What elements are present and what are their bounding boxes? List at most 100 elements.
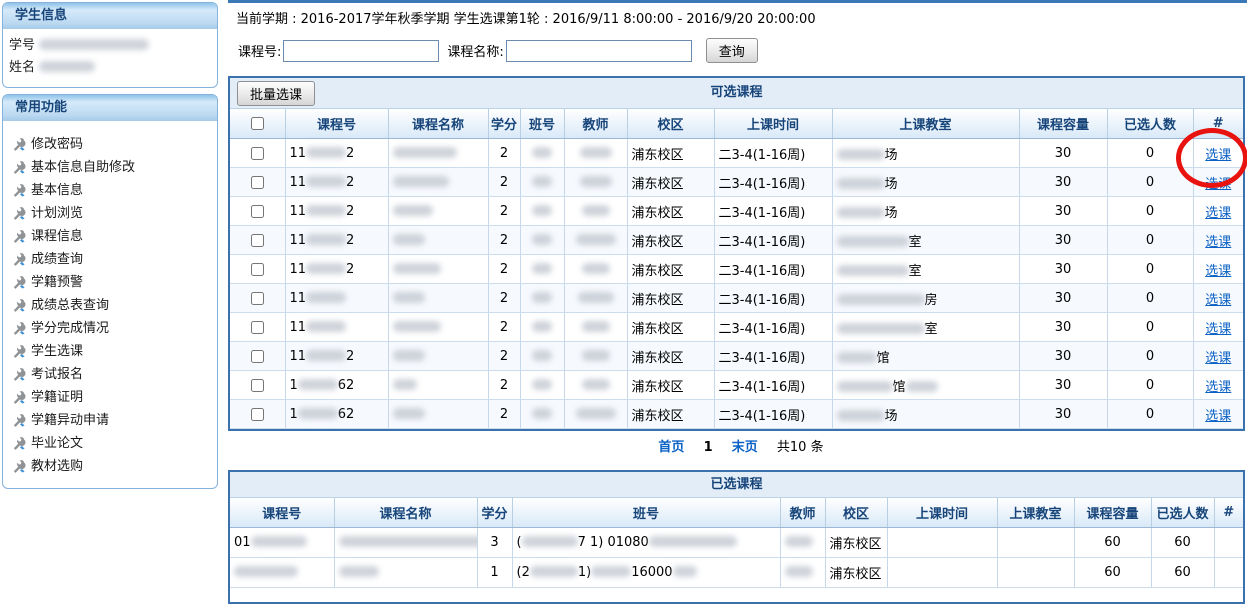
wrench-icon xyxy=(11,413,26,428)
time-cell: 二3-4(1-16周) xyxy=(714,168,832,197)
course-no-input[interactable] xyxy=(283,40,439,62)
class-no-fragment: 7 1) 01080 xyxy=(578,535,649,550)
sidebar: 学生信息 学号 姓名 常用功能 修改密码 基本信息自助修改 基本信息 计划浏览 … xyxy=(2,2,218,495)
redacted-class-no xyxy=(532,379,552,390)
sidebar-item-change-password[interactable]: 修改密码 xyxy=(11,133,213,156)
redacted-class-no xyxy=(649,536,737,547)
redacted-teacher xyxy=(576,234,616,245)
enrolled-cell: 0 xyxy=(1107,342,1193,371)
redacted-class-no xyxy=(673,566,697,577)
row-checkbox[interactable] xyxy=(251,263,264,276)
row-checkbox[interactable] xyxy=(251,176,264,189)
select-course-link[interactable]: 选课 xyxy=(1205,409,1231,424)
redacted-classroom xyxy=(837,410,885,421)
course-no-suffix: 2 xyxy=(346,262,354,277)
credits-cell: 2 xyxy=(488,255,520,284)
sidebar-item-course-info[interactable]: 课程信息 xyxy=(11,225,213,248)
sidebar-item-grade-summary[interactable]: 成绩总表查询 xyxy=(11,294,213,317)
course-no: 11 xyxy=(290,349,307,364)
redacted-course-name xyxy=(393,379,417,390)
selected-courses-band: 已选课程 xyxy=(230,472,1243,498)
enrolled-cell: 60 xyxy=(1151,558,1214,588)
course-no: 11 xyxy=(290,204,307,219)
wrench-icon xyxy=(11,206,26,221)
table-header-row: 课程号 课程名称 学分 班号 教师 校区 上课时间 上课教室 课程容量 已选人数… xyxy=(230,498,1243,528)
course-no-suffix: 2 xyxy=(346,233,354,248)
query-button[interactable]: 查询 xyxy=(706,38,758,63)
course-no: 11 xyxy=(290,262,307,277)
first-page-link[interactable]: 首页 xyxy=(658,440,684,455)
classroom-suffix: 馆 xyxy=(893,380,906,395)
sidebar-item-grade-query[interactable]: 成绩查询 xyxy=(11,248,213,271)
col-credits: 学分 xyxy=(488,109,520,139)
last-page-link[interactable]: 末页 xyxy=(732,440,758,455)
selected-courses-panel: 已选课程 课程号 课程名称 学分 班号 教师 校区 上课时间 上课教室 课程容量… xyxy=(228,470,1245,604)
table-row: 112 2 浦东校区 二3-4(1-16周) 室 30 0 选课 xyxy=(230,255,1243,284)
select-course-link[interactable]: 选课 xyxy=(1205,264,1231,279)
col-course-name: 课程名称 xyxy=(388,109,488,139)
row-checkbox[interactable] xyxy=(251,205,264,218)
sidebar-item-status-warning[interactable]: 学籍预警 xyxy=(11,271,213,294)
table-row: 112 2 浦东校区 二3-4(1-16周) 室 30 0 选课 xyxy=(230,226,1243,255)
sidebar-item-credit-progress[interactable]: 学分完成情况 xyxy=(11,317,213,340)
capacity-cell: 60 xyxy=(1074,528,1151,558)
row-checkbox[interactable] xyxy=(251,321,264,334)
sidebar-item-exam-registration[interactable]: 考试报名 xyxy=(11,363,213,386)
select-course-link[interactable]: 选课 xyxy=(1205,148,1231,163)
select-course-link[interactable]: 选课 xyxy=(1205,177,1231,192)
course-no: 01 xyxy=(234,535,251,550)
row-checkbox[interactable] xyxy=(251,292,264,305)
capacity-cell: 30 xyxy=(1019,197,1107,226)
col-course-name: 课程名称 xyxy=(334,498,477,528)
batch-select-button[interactable]: 批量选课 xyxy=(237,81,315,106)
sidebar-item-basic-info[interactable]: 基本信息 xyxy=(11,179,213,202)
sidebar-item-basic-info-self-edit[interactable]: 基本信息自助修改 xyxy=(11,156,213,179)
classroom-suffix: 场 xyxy=(885,177,898,192)
row-checkbox[interactable] xyxy=(251,234,264,247)
row-checkbox[interactable] xyxy=(251,408,264,421)
course-no: 11 xyxy=(290,291,307,306)
redacted-course-name xyxy=(393,292,425,303)
redacted-teacher xyxy=(785,566,813,577)
credits-cell: 2 xyxy=(488,313,520,342)
sidebar-item-textbook-purchase[interactable]: 教材选购 xyxy=(11,455,213,478)
row-checkbox[interactable] xyxy=(251,350,264,363)
sidebar-item-graduation-thesis[interactable]: 毕业论文 xyxy=(11,432,213,455)
redacted-classroom xyxy=(837,323,925,334)
redacted-text xyxy=(306,176,346,187)
redacted-classroom xyxy=(837,265,909,276)
wrench-icon xyxy=(11,298,26,313)
col-action: # xyxy=(1214,498,1243,528)
select-course-link[interactable]: 选课 xyxy=(1205,235,1231,250)
col-credits: 学分 xyxy=(477,498,512,528)
enrolled-cell: 0 xyxy=(1107,197,1193,226)
course-name-input[interactable] xyxy=(506,40,692,62)
select-course-link[interactable]: 选课 xyxy=(1205,351,1231,366)
select-course-link[interactable]: 选课 xyxy=(1205,206,1231,221)
campus-cell: 浦东校区 xyxy=(627,342,714,371)
course-name-label: 课程名称: xyxy=(447,41,503,60)
redacted-teacher xyxy=(582,350,610,361)
redacted-class-no xyxy=(532,205,552,216)
col-teacher: 教师 xyxy=(564,109,627,139)
table-row: 112 2 浦东校区 二3-4(1-16周) 场 30 0 选课 xyxy=(230,168,1243,197)
capacity-cell: 30 xyxy=(1019,400,1107,429)
row-checkbox[interactable] xyxy=(251,147,264,160)
sidebar-item-plan-browse[interactable]: 计划浏览 xyxy=(11,202,213,225)
select-course-link[interactable]: 选课 xyxy=(1205,380,1231,395)
sidebar-item-status-certificate[interactable]: 学籍证明 xyxy=(11,386,213,409)
row-checkbox[interactable] xyxy=(251,379,264,392)
wrench-icon xyxy=(11,252,26,267)
col-time: 上课时间 xyxy=(887,498,997,528)
redacted-text xyxy=(306,147,346,158)
select-all-checkbox[interactable] xyxy=(251,117,264,130)
course-no-suffix: 2 xyxy=(346,204,354,219)
sidebar-item-course-selection[interactable]: 学生选课 xyxy=(11,340,213,363)
col-classroom: 上课教室 xyxy=(832,109,1019,139)
sidebar-item-status-change-apply[interactable]: 学籍异动申请 xyxy=(11,409,213,432)
redacted-teacher xyxy=(582,263,610,274)
select-course-link[interactable]: 选课 xyxy=(1205,322,1231,337)
select-course-link[interactable]: 选课 xyxy=(1205,293,1231,308)
course-no-suffix: 2 xyxy=(346,146,354,161)
col-action: # xyxy=(1193,109,1243,139)
